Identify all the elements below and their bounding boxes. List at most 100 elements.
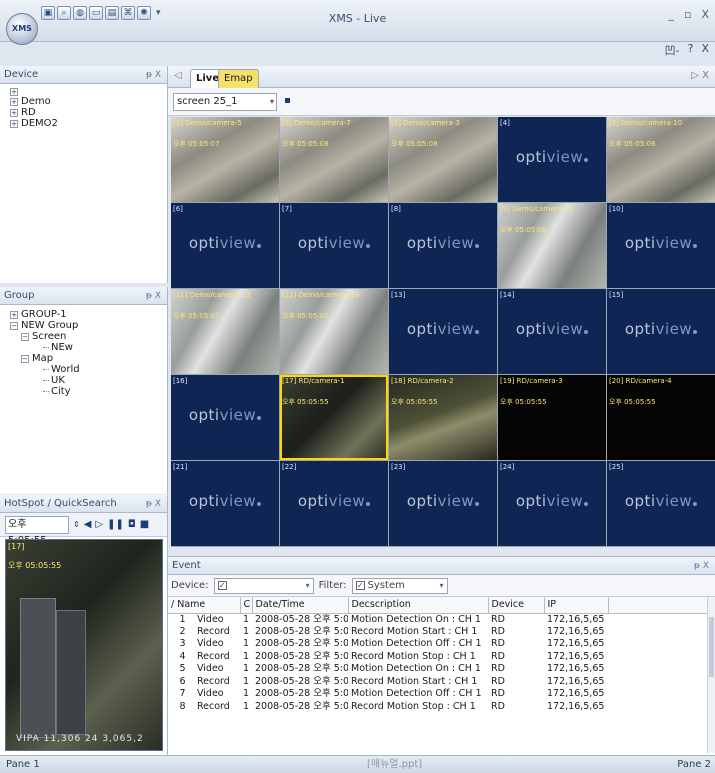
event-index: 6 <box>179 675 186 687</box>
scrollbar-thumb[interactable] <box>709 617 714 677</box>
group-item-new-group[interactable]: − NEW Group <box>10 320 167 331</box>
camera-cell[interactable]: [7] optiview <box>280 203 388 288</box>
expand-icon[interactable]: + <box>10 108 18 117</box>
column-header-name[interactable]: / Name <box>168 597 241 614</box>
camera-cell[interactable]: [3] Demo/camera-3 오후 05:05:08 <box>389 117 497 202</box>
camera-cell[interactable]: [15] optiview <box>607 289 715 374</box>
status-taskbar-item[interactable]: [매뉴얼.ppt] <box>367 756 422 773</box>
camera-cell[interactable]: [19] RD/camera-3 오후 05:05:55 <box>498 375 606 460</box>
camera-cell[interactable]: [9] Demo/camera-11 오후 05:05:06 <box>498 203 606 288</box>
column-header-description[interactable]: Decscription <box>348 597 489 614</box>
expand-icon[interactable]: + <box>10 97 18 106</box>
rewind-icon[interactable]: ◀ <box>84 519 92 530</box>
device-item-demo[interactable]: + Demo <box>10 96 167 107</box>
event-index: 1 <box>179 613 186 625</box>
group-item-uk[interactable]: UK <box>10 375 167 386</box>
group-item-map[interactable]: − Map <box>10 353 167 364</box>
tab-close-icon[interactable]: ▷ X <box>691 70 709 81</box>
camera-cell[interactable]: [21] optiview <box>171 461 279 546</box>
camera-cell[interactable]: [10] optiview <box>607 203 715 288</box>
camera-cell[interactable]: [11] Demo/camera-13 오후 05:05:07 <box>171 289 279 374</box>
snapshot-icon[interactable]: ◘ <box>128 519 136 530</box>
event-row[interactable]: 5 Video 1 2008-05-28 오후 5:02:52Motion Detec… <box>168 663 708 676</box>
device-panel-controls[interactable]: ᵽ X <box>146 66 161 84</box>
event-row[interactable]: 2 Record 1 2008-05-28 오후 5:02:36Record Moti… <box>168 626 708 639</box>
hotspot-video-view[interactable]: [17] 오후 05:05:55 VIPA 11,306 24 3,065,2 <box>5 539 163 751</box>
event-scrollbar[interactable] <box>707 597 715 753</box>
group-item-screen[interactable]: − Screen <box>10 331 167 342</box>
quicksearch-time-input[interactable]: 오후 5:05:55 <box>5 515 69 546</box>
hotspot-panel-controls[interactable]: ᵽ X <box>146 495 161 513</box>
camera-cell[interactable]: [14] optiview <box>498 289 606 374</box>
help-button[interactable]: ? <box>688 42 694 58</box>
camera-cell[interactable]: [22] optiview <box>280 461 388 546</box>
minimize-button[interactable]: _ <box>668 8 674 21</box>
event-row[interactable]: 8 Record 1 2008-05-28 오후 5:03:24Record Moti… <box>168 701 708 714</box>
device-tree-root[interactable]: + <box>10 88 167 96</box>
camera-cell[interactable]: [20] RD/camera-4 오후 05:05:55 <box>607 375 715 460</box>
layout-menu-button[interactable]: 凹- <box>665 42 680 58</box>
camera-cell[interactable]: [24] optiview <box>498 461 606 546</box>
event-row[interactable]: 4 Record 1 2008-05-28 오후 5:02:44Record Moti… <box>168 651 708 664</box>
column-header-c[interactable]: C <box>240 597 253 614</box>
camera-cell[interactable]: [6] optiview <box>171 203 279 288</box>
device-item-rd[interactable]: + RD <box>10 107 167 118</box>
screen-apply-button[interactable] <box>285 98 290 103</box>
camera-cell-label: [4] <box>500 119 510 127</box>
screen-layout-select[interactable]: screen 25_1 ▾ <box>173 93 277 111</box>
collapse-icon[interactable]: − <box>10 321 18 330</box>
event-row[interactable]: 7 Video 1 2008-05-28 오후 5:03:24Motion Detec… <box>168 688 708 701</box>
device-filter-checkbox[interactable]: ✓ <box>217 580 227 590</box>
close-button[interactable]: X <box>701 8 709 21</box>
camera-cell[interactable]: [25] optiview <box>607 461 715 546</box>
camera-cell-label: [11] Demo/camera-13 <box>173 291 251 299</box>
device-item-demo2[interactable]: + DEMO2 <box>10 118 167 129</box>
event-channel: 1 <box>243 700 250 712</box>
expand-icon[interactable]: + <box>10 310 18 319</box>
camera-cell[interactable]: [23] optiview <box>389 461 497 546</box>
camera-cell[interactable]: [4] optiview <box>498 117 606 202</box>
expand-icon[interactable]: + <box>10 119 18 128</box>
camera-cell[interactable]: [5] Demo/camera-10 오후 05:05:06 <box>607 117 715 202</box>
group-item-world[interactable]: World <box>10 364 167 375</box>
filter-checkbox[interactable]: ✓ <box>355 580 365 590</box>
hotspot-view-label: [17] <box>8 542 25 551</box>
camera-cell[interactable]: [16] optiview <box>171 375 279 460</box>
event-index: 7 <box>179 688 186 700</box>
camera-cell[interactable]: [18] RD/camera-2 오후 05:05:55 <box>389 375 497 460</box>
group-item-new[interactable]: NEw <box>10 342 167 353</box>
logo-text-opti: opti <box>297 234 329 252</box>
camera-cell[interactable]: [17] RD/camera-1 오후 05:05:55 <box>280 375 388 460</box>
camera-cell[interactable]: [13] optiview <box>389 289 497 374</box>
restore-button[interactable]: ▫ <box>684 8 691 21</box>
group-panel-controls[interactable]: ᵽ X <box>146 287 161 305</box>
time-spinner[interactable]: ⇕ <box>73 520 80 529</box>
camera-cell[interactable]: [12] Demo/camera-16 오후 05:05:07 <box>280 289 388 374</box>
ribbon-close-button[interactable]: X <box>701 42 709 58</box>
app-logo-button[interactable]: XMS <box>6 13 38 45</box>
collapse-icon[interactable]: − <box>21 332 29 341</box>
expand-icon[interactable]: + <box>10 88 18 96</box>
camera-cell[interactable]: [1] Demo/camera-5 오후 05:05:07 <box>171 117 279 202</box>
event-row[interactable]: 3 Video 1 2008-05-28 오후 5:02:44Motion Detec… <box>168 638 708 651</box>
stop-icon[interactable]: ■ <box>140 519 149 530</box>
event-row[interactable]: 6 Record 1 2008-05-28 오후 5:02:52Record Moti… <box>168 676 708 689</box>
event-row[interactable]: 1 Video 1 2008-05-28 오후 5:02:36Motion Detec… <box>168 613 708 626</box>
column-header-ip[interactable]: IP <box>544 597 609 614</box>
collapse-icon[interactable]: − <box>21 354 29 363</box>
camera-cell[interactable]: [8] optiview <box>389 203 497 288</box>
tab-scroll-left-icon[interactable]: ◁ <box>174 70 182 81</box>
tab-emap[interactable]: Emap <box>218 69 259 88</box>
play-icon[interactable]: ▷ <box>95 519 103 530</box>
device-filter-select[interactable]: ✓ ▾ <box>213 577 314 594</box>
camera-cell-timestamp: 오후 05:05:08 <box>282 140 329 148</box>
pause-icon[interactable]: ❚❚ <box>107 519 124 530</box>
event-device: RD <box>491 625 505 637</box>
group-item-group1[interactable]: + GROUP-1 <box>10 309 167 320</box>
event-panel-controls[interactable]: ᵽ X <box>694 557 709 575</box>
group-item-city[interactable]: City <box>10 386 167 397</box>
event-filter-select[interactable]: ✓ System ▾ <box>351 577 448 594</box>
camera-cell[interactable]: [2] Demo/camera-7 오후 05:05:08 <box>280 117 388 202</box>
column-header-datetime[interactable]: Date/Time <box>252 597 349 614</box>
column-header-device[interactable]: Device <box>488 597 545 614</box>
